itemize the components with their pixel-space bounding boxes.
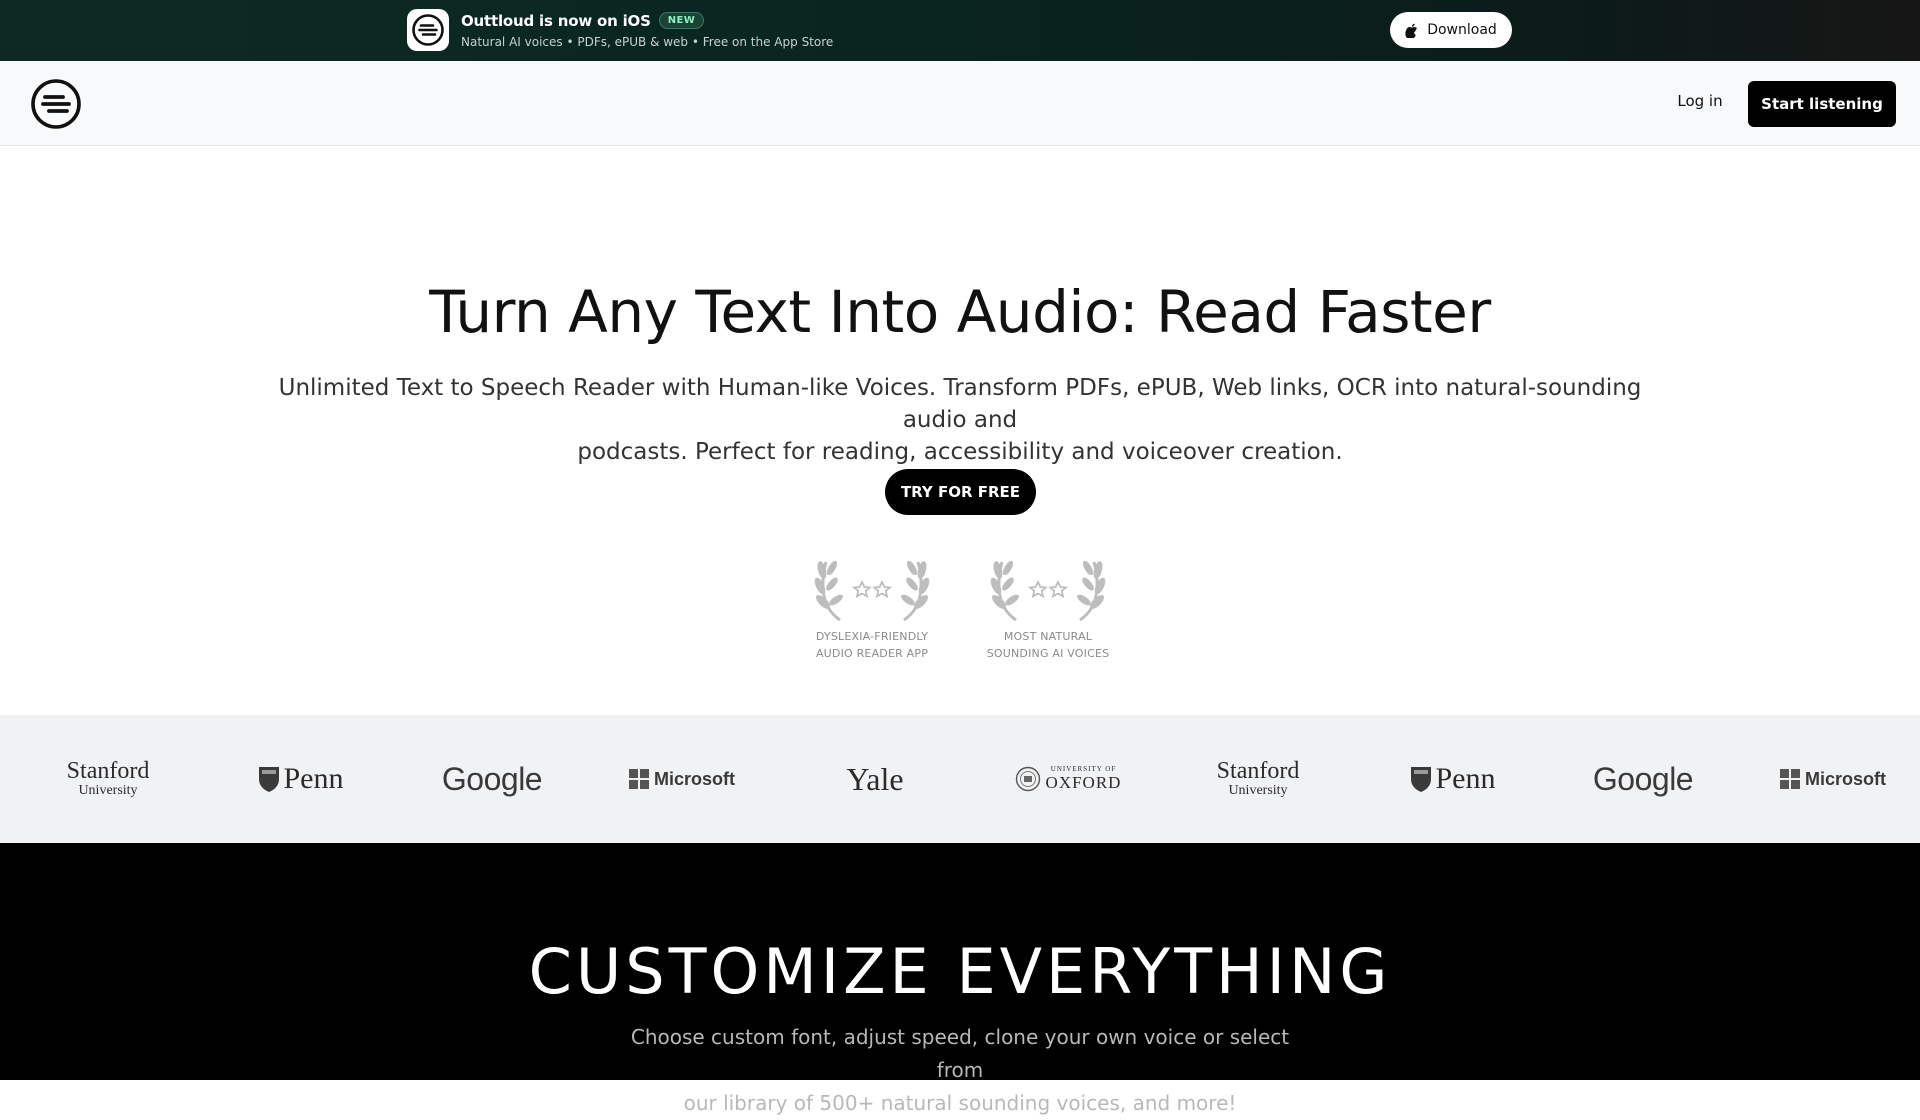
stanford-logo-line-2: University	[78, 783, 138, 798]
trusted-by-logos: Stanford University Penn Google Microsof…	[0, 715, 1920, 843]
penn-logo: Penn	[240, 715, 360, 843]
microsoft-wordmark: Microsoft	[654, 768, 735, 789]
award-label-line-1: MOST NATURAL	[1003, 630, 1093, 643]
award-label-line-1: DYSLEXIA-FRIENDLY	[815, 630, 929, 643]
customize-subtitle-line-1: Choose custom font, adjust speed, clone …	[630, 1025, 1290, 1082]
award-label: MOST NATURAL SOUNDING AI VOICES	[973, 628, 1123, 662]
hero-subtitle-line-1: Unlimited Text to Speech Reader with Hum…	[278, 375, 1642, 433]
stanford-logo-line-1: Stanford	[1216, 758, 1300, 784]
penn-shield-icon	[258, 767, 279, 792]
oxford-logo: UNIVERSITY OF OXFORD	[1008, 715, 1128, 843]
penn-logo: Penn	[1392, 715, 1512, 843]
customize-subtitle-line-2: our library of 500+ natural sounding voi…	[683, 1091, 1237, 1115]
login-link[interactable]: Log in	[1660, 92, 1740, 110]
try-for-free-button[interactable]: TRY FOR FREE	[885, 469, 1036, 515]
hero-title: Turn Any Text Into Audio: Read Faster	[429, 278, 1491, 346]
microsoft-logo: Microsoft	[1773, 715, 1893, 843]
award-dyslexia-friendly: DYSLEXIA-FRIENDLY AUDIO READER APP	[797, 556, 947, 662]
award-label-line-2: SOUNDING AI VOICES	[986, 647, 1110, 660]
hero-subtitle-line-2: podcasts. Perfect for reading, accessibi…	[577, 439, 1343, 465]
google-logo: Google	[1592, 760, 1694, 797]
hero-subtitle: Unlimited Text to Speech Reader with Hum…	[260, 372, 1660, 468]
microsoft-wordmark: Microsoft	[1805, 768, 1886, 789]
award-label: DYSLEXIA-FRIENDLY AUDIO READER APP	[797, 628, 947, 662]
oxford-crest-icon	[1015, 766, 1040, 792]
penn-wordmark: Penn	[1435, 762, 1496, 795]
stanford-logo: Stanford University	[48, 715, 168, 843]
promo-title: Outtloud is now on iOS	[461, 11, 651, 30]
award-natural-voices: MOST NATURAL SOUNDING AI VOICES	[973, 556, 1123, 662]
stanford-logo: Stanford University	[1198, 715, 1318, 843]
new-badge: NEW	[658, 12, 705, 29]
download-button[interactable]: Download	[1390, 12, 1512, 48]
award-label-line-2: AUDIO READER APP	[815, 647, 929, 660]
start-listening-button[interactable]: Start listening	[1748, 81, 1896, 127]
app-logo-icon	[407, 9, 449, 51]
apple-icon	[1405, 23, 1418, 38]
promo-banner: Outtloud is now on iOS NEW Natural AI vo…	[0, 0, 1920, 61]
penn-wordmark: Penn	[283, 762, 344, 795]
microsoft-logo: Microsoft	[622, 715, 742, 843]
oxford-logo-small: UNIVERSITY OF	[1050, 765, 1117, 773]
customize-title: CUSTOMIZE EVERYTHING	[528, 935, 1392, 1008]
promo-title-row: Outtloud is now on iOS NEW	[461, 12, 833, 30]
oxford-logo-big: OXFORD	[1045, 773, 1122, 792]
google-logo: Google	[441, 760, 543, 797]
customize-section: CUSTOMIZE EVERYTHING Choose custom font,…	[0, 843, 1920, 1115]
stanford-logo-line-1: Stanford	[66, 758, 150, 784]
promo-content: Outtloud is now on iOS NEW Natural AI vo…	[407, 9, 833, 51]
laurel-wreath-icon	[990, 560, 1106, 622]
download-label: Download	[1427, 22, 1497, 38]
microsoft-squares-icon	[1780, 769, 1800, 789]
laurel-wreath-icon	[814, 560, 930, 622]
customize-subtitle: Choose custom font, adjust speed, clone …	[610, 1021, 1310, 1120]
promo-subtitle: Natural AI voices • PDFs, ePUB & web • F…	[461, 34, 834, 49]
promo-text: Outtloud is now on iOS NEW Natural AI vo…	[461, 12, 833, 49]
yale-logo: Yale	[846, 760, 904, 797]
microsoft-squares-icon	[629, 769, 649, 789]
top-navbar: Log in Start listening	[0, 61, 1920, 146]
site-logo-icon[interactable]	[30, 78, 82, 134]
stanford-logo-line-2: University	[1228, 783, 1288, 798]
penn-shield-icon	[1410, 767, 1431, 792]
